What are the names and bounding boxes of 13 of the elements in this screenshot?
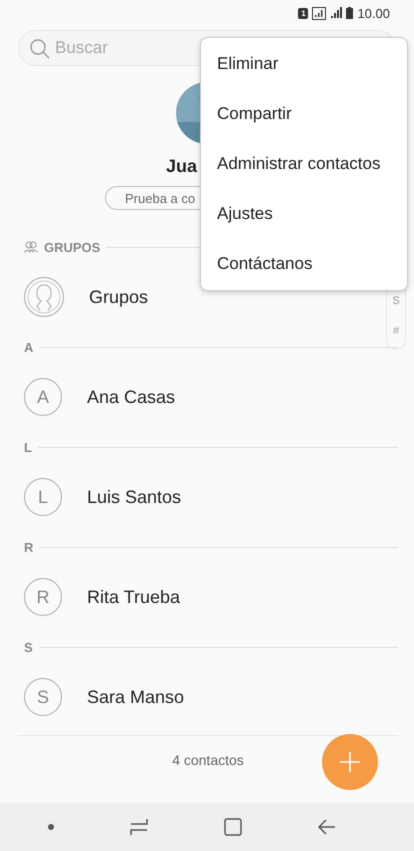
clock: 10.00	[357, 6, 390, 20]
section-letter: S	[24, 640, 33, 654]
contact-avatar: S	[24, 678, 62, 716]
section-letter: R	[24, 540, 34, 554]
section-header: GRUPOS	[44, 240, 100, 254]
contact-avatar: L	[24, 478, 62, 516]
section-letter: A	[24, 340, 34, 354]
contact-avatar: R	[24, 578, 62, 616]
contact-avatar: A	[24, 378, 62, 416]
section-letter: L	[24, 440, 32, 454]
sim-icon: 1	[298, 8, 308, 18]
contact-count: 4 contactos	[172, 752, 244, 768]
profile-name: Jua	[166, 156, 198, 177]
